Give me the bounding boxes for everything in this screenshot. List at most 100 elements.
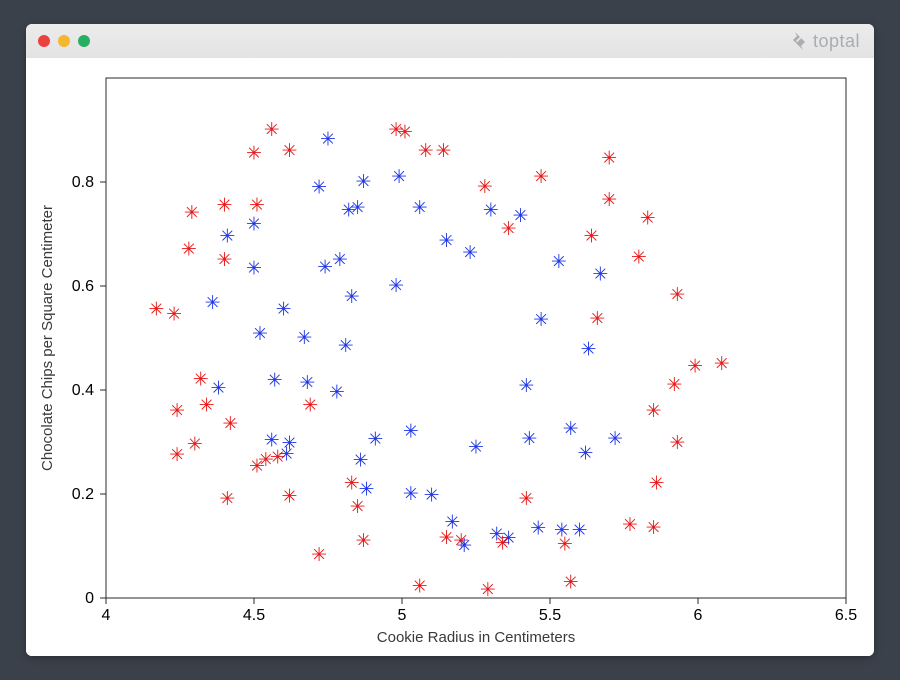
- data-point: ✳: [551, 251, 567, 273]
- data-point: ✳: [646, 517, 662, 539]
- data-point: ✳: [299, 372, 315, 394]
- data-point: ✳: [666, 374, 682, 396]
- x-tick-label: 5.5: [539, 607, 561, 624]
- data-point: ✳: [483, 200, 499, 222]
- y-tick-label: 0.2: [72, 486, 94, 503]
- data-point: ✳: [601, 148, 617, 170]
- data-point: ✳: [388, 275, 404, 297]
- traffic-lights: [38, 35, 90, 47]
- data-point: ✳: [583, 226, 599, 248]
- data-point: ✳: [456, 535, 472, 557]
- data-point: ✳: [246, 214, 262, 236]
- data-point: ✳: [438, 230, 454, 252]
- data-point: ✳: [412, 197, 428, 219]
- data-point: ✳: [222, 413, 238, 435]
- data-point: ✳: [512, 205, 528, 227]
- data-point: ✳: [169, 400, 185, 422]
- data-point: ✳: [646, 400, 662, 422]
- data-point: ✳: [332, 249, 348, 271]
- data-point: ✳: [391, 166, 407, 188]
- data-point: ✳: [311, 544, 327, 566]
- data-point: ✳: [264, 429, 280, 451]
- data-point: ✳: [166, 304, 182, 326]
- data-point: ✳: [462, 242, 478, 264]
- data-point: ✳: [282, 486, 298, 508]
- chart-area: 44.555.566.500.20.40.60.8 ✳✳✳✳✳✳✳✳✳✳✳✳✳✳…: [26, 58, 874, 656]
- data-point: ✳: [403, 421, 419, 443]
- x-tick-label: 5: [398, 607, 407, 624]
- scatter-chart: 44.555.566.500.20.40.60.8 ✳✳✳✳✳✳✳✳✳✳✳✳✳✳…: [26, 58, 874, 656]
- data-point: ✳: [622, 514, 638, 536]
- data-point: ✳: [533, 309, 549, 331]
- data-point: ✳: [356, 530, 372, 552]
- data-point: ✳: [403, 483, 419, 505]
- y-tick-label: 0: [85, 590, 94, 607]
- data-point: ✳: [563, 571, 579, 593]
- data-point: ✳: [397, 122, 413, 144]
- data-point: ✳: [518, 375, 534, 397]
- data-point: ✳: [435, 140, 451, 162]
- data-point: ✳: [578, 442, 594, 464]
- data-point: ✳: [252, 323, 268, 345]
- data-point: ✳: [276, 298, 292, 320]
- data-point: ✳: [219, 488, 235, 510]
- data-point: ✳: [205, 292, 221, 314]
- data-point: ✳: [631, 246, 647, 268]
- data-point: ✳: [572, 519, 588, 541]
- zoom-icon[interactable]: [78, 35, 90, 47]
- data-point: ✳: [320, 128, 336, 150]
- brand-logo: toptal: [791, 24, 860, 58]
- data-point: ✳: [350, 197, 366, 219]
- data-point: ✳: [687, 356, 703, 378]
- x-tick-label: 6: [694, 607, 703, 624]
- data-point: ✳: [148, 298, 164, 320]
- data-point: ✳: [193, 369, 209, 391]
- data-point: ✳: [714, 353, 730, 375]
- toptal-icon: [791, 32, 809, 50]
- data-point: ✳: [669, 284, 685, 306]
- data-point: ✳: [649, 473, 665, 495]
- data-point: ✳: [338, 335, 354, 357]
- data-point: ✳: [356, 171, 372, 193]
- data-point: ✳: [219, 226, 235, 248]
- data-point: ✳: [640, 207, 656, 229]
- data-point: ✳: [344, 286, 360, 308]
- data-point: ✳: [282, 433, 298, 455]
- data-point: ✳: [353, 450, 369, 472]
- y-tick-label: 0.8: [72, 174, 94, 191]
- data-point: ✳: [444, 512, 460, 534]
- x-tick-label: 6.5: [835, 607, 857, 624]
- x-tick-label: 4.5: [243, 607, 265, 624]
- data-point: ✳: [563, 418, 579, 440]
- data-point: ✳: [187, 434, 203, 456]
- close-icon[interactable]: [38, 35, 50, 47]
- window-titlebar: toptal: [26, 24, 874, 59]
- data-point: ✳: [246, 142, 262, 164]
- data-point: ✳: [601, 189, 617, 211]
- data-point: ✳: [592, 264, 608, 286]
- data-point: ✳: [424, 485, 440, 507]
- data-point: ✳: [367, 428, 383, 450]
- app-window: toptal 44.555.566.500.20.40.60.8 ✳✳✳✳✳✳✳…: [26, 24, 874, 656]
- data-point: ✳: [169, 444, 185, 466]
- minimize-icon[interactable]: [58, 35, 70, 47]
- data-point: ✳: [521, 428, 537, 450]
- data-point: ✳: [669, 432, 685, 454]
- data-point: ✳: [554, 519, 570, 541]
- data-point: ✳: [344, 473, 360, 495]
- data-point: ✳: [359, 478, 375, 500]
- data-point: ✳: [311, 177, 327, 199]
- x-axis-label: Cookie Radius in Centimeters: [377, 629, 575, 646]
- y-axis-label: Chocolate Chips per Square Centimeter: [39, 205, 56, 471]
- x-tick-label: 4: [102, 607, 111, 624]
- data-point: ✳: [607, 428, 623, 450]
- data-point: ✳: [533, 166, 549, 188]
- y-tick-label: 0.6: [72, 278, 94, 295]
- data-point: ✳: [501, 528, 517, 550]
- data-point: ✳: [329, 382, 345, 404]
- data-point: ✳: [317, 256, 333, 278]
- data-point: ✳: [302, 395, 318, 417]
- data-point: ✳: [216, 249, 232, 271]
- data-point: ✳: [412, 576, 428, 598]
- data-point: ✳: [216, 194, 232, 216]
